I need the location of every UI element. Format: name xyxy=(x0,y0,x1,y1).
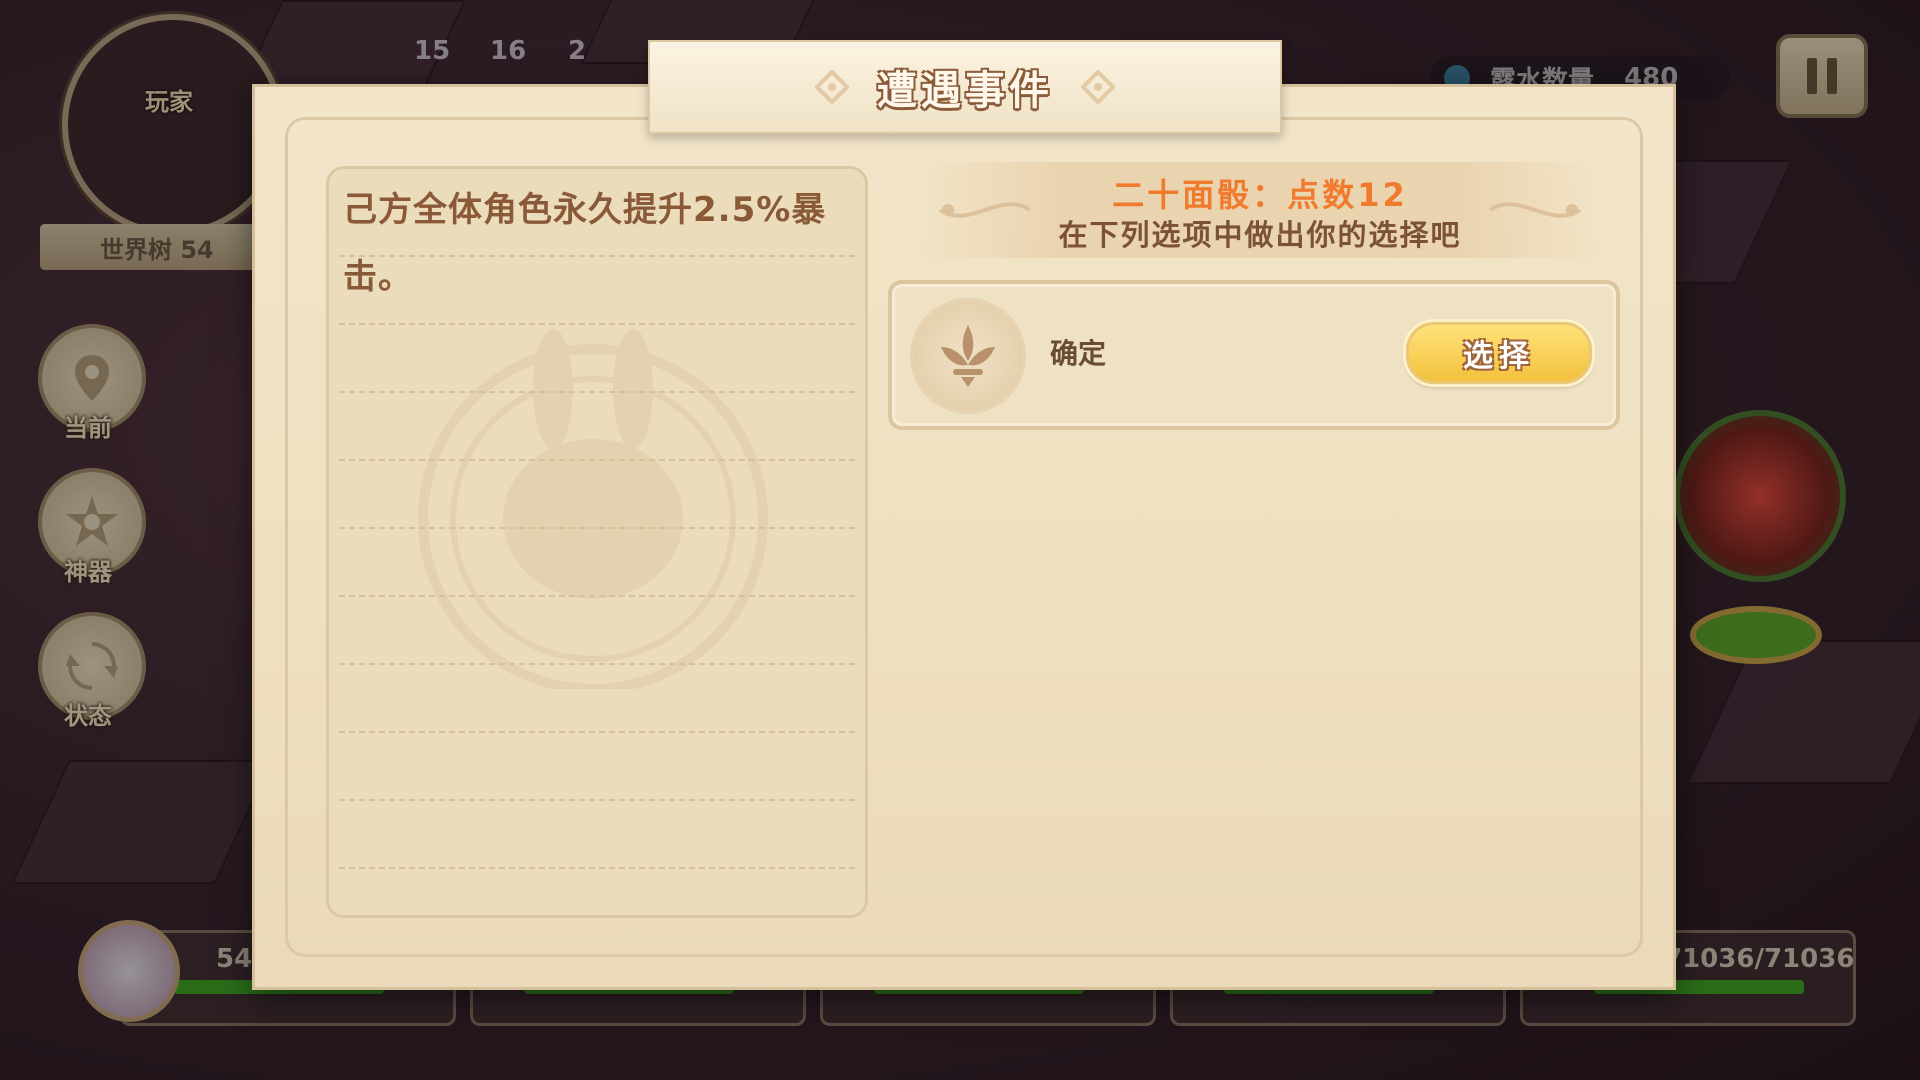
event-description-text: 己方全体角色永久提升2.5%暴击。 xyxy=(343,190,827,297)
choose-button[interactable]: 选择 xyxy=(1406,322,1592,384)
fleur-emblem-icon xyxy=(941,325,995,387)
event-title: 二十面骰：点数12 xyxy=(1112,176,1408,214)
event-subtitle: 在下列选项中做出你的选择吧 xyxy=(1058,218,1462,252)
event-header: 二十面骰：点数12 在下列选项中做出你的选择吧 xyxy=(920,162,1600,258)
dialog-title: 遭遇事件 xyxy=(877,68,1053,114)
option-emblem xyxy=(910,298,1026,414)
diamond-ornament-icon xyxy=(815,70,849,104)
choose-button-label: 选择 xyxy=(1463,339,1535,374)
event-description-panel: 己方全体角色永久提升2.5%暴击。 xyxy=(326,166,868,918)
option-label: 确定 xyxy=(1050,337,1107,370)
rabbit-crest-watermark-icon xyxy=(418,329,768,689)
dialog-title-tab: 遭遇事件 xyxy=(648,40,1282,134)
diamond-ornament-icon xyxy=(1081,70,1115,104)
option-card: 确定 选择 xyxy=(888,280,1620,430)
